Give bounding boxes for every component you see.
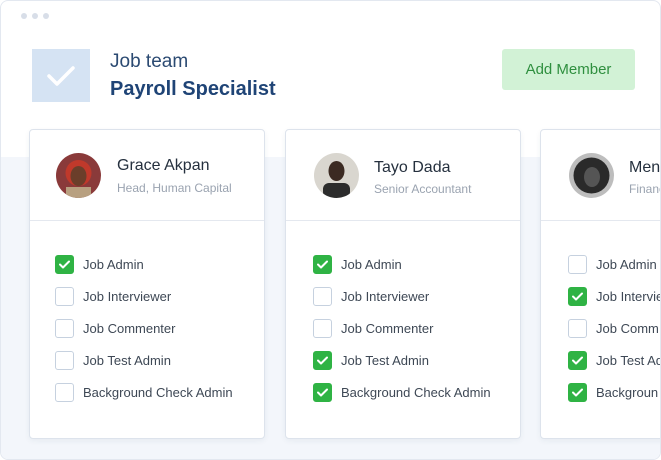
member-card-header: Men Financ: [541, 130, 661, 221]
team-label: Job team: [110, 51, 189, 72]
team-title: Payroll Specialist: [110, 78, 276, 100]
checkbox-checked[interactable]: [568, 286, 587, 306]
window-dot-icon: [43, 13, 49, 19]
checkbox-checked[interactable]: [568, 350, 587, 370]
member-card: Men Financ Job Admin Job Intervie Job Co…: [540, 129, 661, 439]
permission-item[interactable]: Job Intervie: [568, 286, 661, 306]
checkmark-icon: [572, 292, 583, 300]
permission-label: Background Check Admin: [83, 384, 233, 400]
permission-label: Job Commenter: [341, 320, 434, 336]
member-card: Tayo Dada Senior Accountant Job Admin Jo…: [285, 129, 521, 439]
permission-label: Job Comm: [596, 320, 659, 336]
window-dot-icon: [32, 13, 38, 19]
checkmark-icon: [47, 65, 75, 86]
member-role: Financ: [629, 182, 660, 196]
permission-item[interactable]: Job Comm: [568, 318, 659, 338]
avatar: [56, 153, 101, 198]
checkmark-icon: [317, 388, 328, 396]
permission-item[interactable]: Job Test Ad: [568, 350, 661, 370]
permission-label: Job Admin: [596, 256, 657, 272]
permission-label: Job Admin: [341, 256, 402, 272]
checkmark-icon: [59, 260, 70, 268]
checkbox[interactable]: [313, 318, 332, 338]
checkbox[interactable]: [55, 286, 74, 306]
permission-item[interactable]: Job Interviewer: [55, 286, 171, 306]
permission-item[interactable]: Job Admin: [313, 254, 402, 274]
checkbox[interactable]: [55, 350, 74, 370]
permission-label: Job Commenter: [83, 320, 176, 336]
permission-label: Job Test Admin: [83, 352, 171, 368]
checkbox-checked[interactable]: [313, 350, 332, 370]
avatar: [569, 153, 614, 198]
checkmark-icon: [317, 356, 328, 364]
window-controls: [21, 13, 49, 19]
permission-label: Job Interviewer: [83, 288, 172, 304]
member-role: Head, Human Capital: [117, 181, 232, 195]
member-role: Senior Accountant: [374, 182, 472, 196]
permission-label: Job Test Admin: [341, 352, 429, 368]
window-dot-icon: [21, 13, 27, 19]
permission-item[interactable]: Job Commenter: [313, 318, 433, 338]
permission-item[interactable]: Backgroun: [568, 382, 658, 402]
checkbox-checked[interactable]: [568, 382, 587, 402]
checkmark-icon: [572, 356, 583, 364]
permission-item[interactable]: Job Admin: [568, 254, 657, 274]
checkbox-checked[interactable]: [55, 254, 74, 274]
checkmark-icon: [317, 260, 328, 268]
permission-item[interactable]: Background Check Admin: [313, 382, 491, 402]
team-checkmark-logo: [32, 49, 90, 102]
member-card-header: Grace Akpan Head, Human Capital: [30, 130, 264, 221]
checkbox[interactable]: [568, 254, 587, 274]
permission-label: Job Interviewer: [341, 288, 430, 304]
permission-label: Backgroun: [596, 384, 659, 400]
member-name: Men: [629, 159, 661, 176]
permission-label: Job Test Ad: [596, 352, 661, 368]
permission-item[interactable]: Job Commenter: [55, 318, 175, 338]
member-name: Grace Akpan: [117, 157, 210, 174]
permission-item[interactable]: Job Test Admin: [313, 350, 429, 370]
permission-label: Job Admin: [83, 256, 144, 272]
checkbox-checked[interactable]: [313, 254, 332, 274]
permission-label: Background Check Admin: [341, 384, 491, 400]
checkbox[interactable]: [55, 318, 74, 338]
app-window: Job team Payroll Specialist Add Member G…: [0, 0, 661, 460]
checkbox-checked[interactable]: [313, 382, 332, 402]
permission-item[interactable]: Job Interviewer: [313, 286, 429, 306]
permission-item[interactable]: Job Test Admin: [55, 350, 171, 370]
checkbox[interactable]: [313, 286, 332, 306]
checkmark-icon: [572, 388, 583, 396]
checkbox[interactable]: [55, 382, 74, 402]
add-member-button[interactable]: Add Member: [502, 49, 635, 90]
permission-item[interactable]: Background Check Admin: [55, 382, 233, 402]
permission-label: Job Intervie: [596, 288, 661, 304]
member-card-header: Tayo Dada Senior Accountant: [286, 130, 520, 221]
avatar: [314, 153, 359, 198]
member-card: Grace Akpan Head, Human Capital Job Admi…: [29, 129, 265, 439]
member-name: Tayo Dada: [374, 159, 451, 176]
permission-item[interactable]: Job Admin: [55, 254, 144, 274]
checkbox[interactable]: [568, 318, 587, 338]
